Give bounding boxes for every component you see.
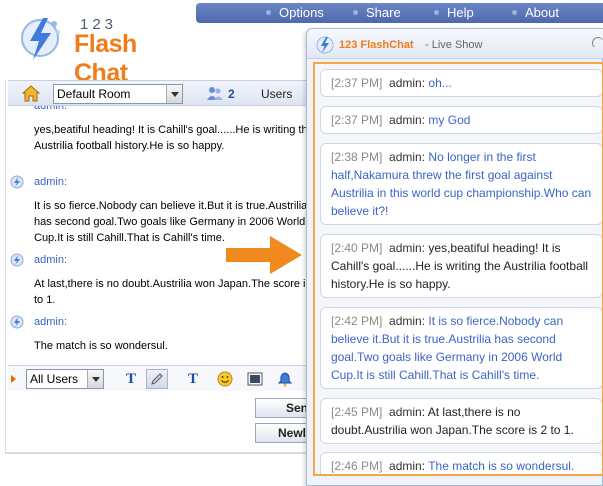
message-text: The match is so wondersul. — [34, 340, 168, 352]
room-toolbar: Default Room 2 Users — [8, 80, 326, 106]
bell-icon — [277, 372, 293, 387]
recipient-select-value: All Users — [30, 372, 79, 386]
room-select-value: Default Room — [57, 87, 131, 101]
user-avatar-icon — [10, 315, 24, 329]
message-author: admin: — [389, 241, 426, 255]
sound-button[interactable] — [274, 369, 296, 389]
live-show-brand: 123 FlashChat — [339, 39, 414, 51]
live-show-window: 123 FlashChat - Live Show [2:37 PM] admi… — [306, 28, 603, 486]
message-text: The match is so wondersul. — [428, 459, 575, 473]
screen: 123 Flash Chat Default Room 2 Users admi… — [0, 0, 603, 486]
user-avatar-icon — [10, 253, 24, 267]
menu-share-label: Share — [366, 5, 401, 20]
message-text: At last,there is no doubt.Austrilia won … — [34, 278, 321, 306]
message-text: yes,beatiful heading! It is Cahill's goa… — [34, 124, 314, 152]
message-time: [2:46 PM] — [331, 459, 383, 473]
image-icon — [247, 372, 263, 386]
message-author: admin: — [389, 405, 426, 419]
users-tab[interactable]: Users — [261, 87, 292, 101]
menu-about-label: About — [525, 5, 559, 20]
live-show-subtitle: - Live Show — [425, 39, 483, 51]
live-message: [2:40 PM] admin: yes,beatiful heading! I… — [320, 234, 602, 298]
message-author: admin: — [389, 459, 426, 473]
play-arrow-icon — [11, 375, 16, 383]
live-message: [2:45 PM] admin: At last,there is no dou… — [320, 398, 602, 444]
app-logo: 123 Flash Chat — [8, 8, 188, 87]
message-author: admin: — [34, 106, 68, 112]
user-avatar-icon — [10, 175, 24, 189]
text-format-icon: T — [125, 370, 136, 387]
live-message: [2:38 PM] admin: No longer in the first … — [320, 143, 602, 225]
chat-message: admin: The match is so wondersul. — [8, 314, 326, 354]
chat-message: admin: yes,beatiful heading! It is Cahil… — [8, 106, 326, 154]
message-author: admin: — [389, 150, 426, 164]
message-author: admin: — [34, 254, 68, 266]
live-message: [2:42 PM] admin: It is so fierce.Nobody … — [320, 307, 602, 389]
home-icon[interactable] — [22, 85, 40, 102]
chevron-down-icon[interactable] — [87, 370, 103, 388]
message-time: [2:37 PM] — [331, 76, 383, 90]
bullet-icon — [434, 10, 439, 15]
message-time: [2:40 PM] — [331, 241, 383, 255]
message-header: admin: — [8, 314, 326, 330]
recipient-select[interactable]: All Users — [26, 369, 104, 389]
message-time: [2:38 PM] — [331, 150, 383, 164]
message-author: admin: — [34, 316, 68, 328]
bullet-icon — [353, 10, 358, 15]
pen-icon — [151, 373, 163, 385]
window-border-left — [5, 80, 6, 452]
message-time: [2:45 PM] — [331, 405, 383, 419]
font-color-button[interactable]: T — [182, 369, 204, 389]
text-format-button[interactable]: T — [120, 369, 142, 389]
menu-help[interactable]: Help — [434, 5, 474, 20]
input-toolbar: All Users T T — [8, 365, 326, 391]
chevron-down-icon[interactable] — [166, 85, 182, 103]
message-author: admin: — [389, 113, 426, 127]
user-count: 2 — [228, 87, 235, 101]
smiley-icon — [217, 371, 233, 387]
bullet-icon — [266, 10, 271, 15]
menu-share[interactable]: Share — [353, 5, 401, 20]
pen-button[interactable] — [146, 369, 168, 389]
font-color-icon: T — [187, 370, 198, 387]
menu-options-label: Options — [279, 5, 324, 20]
main-menu-bar: Options Share Help About — [196, 3, 603, 23]
bullet-icon — [512, 10, 517, 15]
message-author: admin: — [34, 176, 68, 188]
message-text: oh... — [428, 76, 452, 90]
live-show-header: 123 FlashChat - Live Show — [307, 29, 603, 59]
emoticon-button[interactable] — [214, 369, 236, 389]
window-border-bottom — [5, 452, 315, 454]
live-message: [2:37 PM] admin: oh... — [320, 69, 602, 97]
message-time: [2:42 PM] — [331, 314, 383, 328]
message-author: admin: — [389, 314, 426, 328]
arrow-right-icon — [226, 236, 302, 274]
users-icon — [207, 87, 223, 100]
room-select[interactable]: Default Room — [53, 84, 183, 104]
live-message: [2:46 PM] admin: The match is so wonders… — [320, 452, 602, 474]
message-text: my God — [428, 113, 471, 127]
live-message: [2:37 PM] admin: my God — [320, 106, 602, 134]
image-button[interactable] — [244, 369, 266, 389]
main-chat-window: 123 Flash Chat Default Room 2 Users admi… — [0, 0, 330, 455]
flash-bolt-logo-icon — [21, 18, 60, 60]
menu-about[interactable]: About — [512, 5, 559, 20]
flash-bolt-logo-icon — [316, 36, 334, 54]
menu-options[interactable]: Options — [266, 5, 324, 20]
menu-help-label: Help — [447, 5, 474, 20]
message-header: admin: — [8, 174, 326, 190]
message-header: admin: — [8, 106, 326, 114]
live-message-list[interactable]: [2:37 PM] admin: oh... [2:37 PM] admin: … — [313, 62, 603, 476]
close-icon[interactable] — [592, 37, 603, 49]
message-time: [2:37 PM] — [331, 113, 383, 127]
message-author: admin: — [389, 76, 426, 90]
